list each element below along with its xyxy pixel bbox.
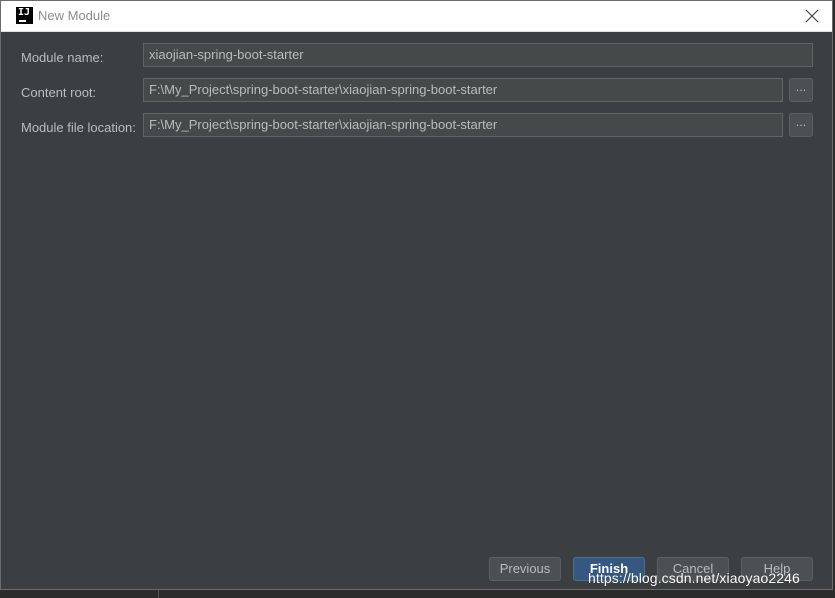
module-name-label: Module name: xyxy=(21,50,104,65)
content-root-label: Content root: xyxy=(21,85,97,100)
window-title: New Module xyxy=(38,8,111,23)
new-module-dialog: IJ New Module Module name: xiaojian-spri… xyxy=(0,0,833,590)
app-icon-underline xyxy=(19,20,26,22)
close-icon[interactable] xyxy=(802,6,822,26)
module-name-input[interactable]: xiaojian-spring-boot-starter xyxy=(143,43,813,67)
app-icon-text: IJ xyxy=(18,7,31,18)
module-file-location-label: Module file location: xyxy=(21,120,136,135)
watermark: https://blog.csdn.net/xiaoyao2246 xyxy=(588,570,800,586)
divider xyxy=(158,590,159,598)
content-root-browse-button[interactable]: ... xyxy=(789,78,813,102)
module-file-location-input[interactable]: F:\My_Project\spring-boot-starter\xiaoji… xyxy=(143,113,783,137)
module-file-location-browse-button[interactable]: ... xyxy=(789,113,813,137)
intellij-idea-icon: IJ xyxy=(16,7,33,24)
previous-button[interactable]: Previous xyxy=(489,557,561,581)
background-strip xyxy=(0,590,835,598)
title-bar: IJ New Module xyxy=(1,1,832,32)
content-root-input[interactable]: F:\My_Project\spring-boot-starter\xiaoji… xyxy=(143,78,783,102)
